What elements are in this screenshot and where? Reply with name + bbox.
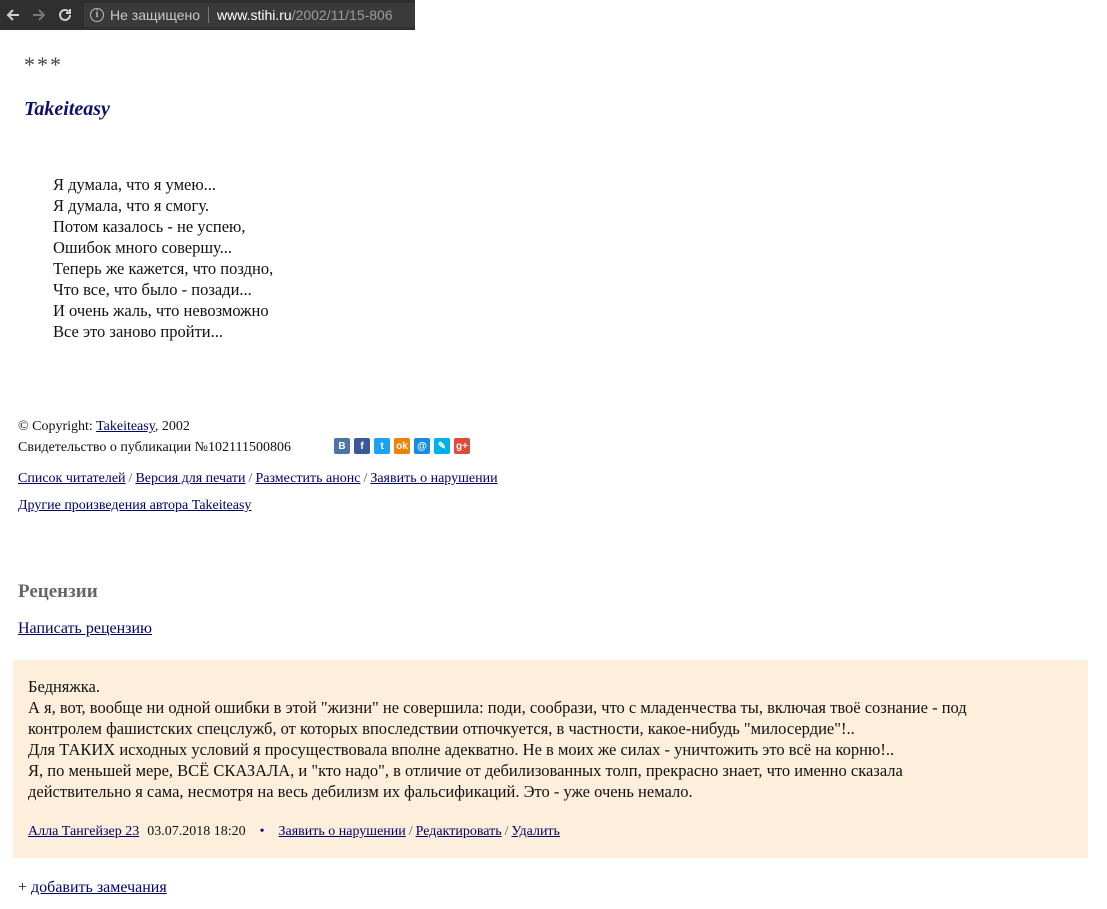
review-line: контролем фашистских спецслужб, от котор… bbox=[28, 719, 855, 738]
copyright-block: © Copyright: Takeiteasy, 2002 Свидетельс… bbox=[18, 416, 291, 458]
poem-line: Что все, что было - позади... bbox=[53, 280, 252, 299]
livejournal-share-icon[interactable]: ✎ bbox=[434, 438, 450, 454]
twitter-share-icon[interactable]: t bbox=[374, 438, 390, 454]
poem-line: Ошибок много совершу... bbox=[53, 238, 233, 257]
review-date: 03.07.2018 18:20 bbox=[147, 824, 246, 839]
add-remarks-row: + добавить замечания bbox=[18, 879, 167, 897]
browser-toolbar: i Не защищено www.stihi.ru/2002/11/15-80… bbox=[0, 0, 415, 30]
link-separator: / bbox=[248, 471, 253, 486]
link-separator: / bbox=[363, 471, 368, 486]
report-violation-link[interactable]: Заявить о нарушении bbox=[370, 471, 497, 486]
print-version-link[interactable]: Версия для печати bbox=[135, 471, 245, 486]
forward-button[interactable] bbox=[26, 0, 52, 30]
review-edit-link[interactable]: Редактировать bbox=[416, 824, 502, 839]
info-icon[interactable]: i bbox=[90, 8, 104, 22]
review-report-link[interactable]: Заявить о нарушении bbox=[279, 824, 406, 839]
poem-line: И очень жаль, что невозможно bbox=[53, 301, 269, 320]
review-line: Бедняжка. bbox=[28, 677, 101, 696]
other-works-link[interactable]: Другие произведения автора Takeiteasy bbox=[18, 498, 251, 513]
poem-line: Потом казалось - не успею, bbox=[53, 217, 246, 236]
readers-list-link[interactable]: Список читателей bbox=[18, 471, 126, 486]
copyright-author-link[interactable]: Takeiteasy bbox=[96, 419, 155, 434]
copyright-prefix: © Copyright: bbox=[18, 419, 97, 434]
review-line: действительно я сама, несмотря на весь д… bbox=[28, 782, 693, 801]
address-field[interactable]: i Не защищено www.stihi.ru/2002/11/15-80… bbox=[84, 3, 415, 27]
vk-share-icon[interactable]: B bbox=[334, 438, 350, 454]
copyright-line: © Copyright: Takeiteasy, 2002 bbox=[18, 416, 291, 437]
arrow-right-icon bbox=[33, 9, 46, 21]
security-label: Не защищено bbox=[110, 7, 200, 23]
url-domain: www.stihi.ru bbox=[217, 7, 292, 23]
odnoklassniki-share-icon[interactable]: ok bbox=[394, 438, 410, 454]
poem-stars-title: *** bbox=[24, 52, 63, 77]
url-divider bbox=[208, 7, 209, 23]
poem-line: Все это заново пройти... bbox=[53, 322, 223, 341]
reload-icon bbox=[59, 8, 71, 21]
link-separator: / bbox=[408, 824, 413, 839]
link-separator: / bbox=[504, 824, 509, 839]
review-text: Бедняжка. А я, вот, вообще ни одной ошиб… bbox=[28, 676, 1073, 802]
review-card: Бедняжка. А я, вот, вообще ни одной ошиб… bbox=[13, 660, 1088, 858]
facebook-share-icon[interactable]: f bbox=[354, 438, 370, 454]
review-author-link[interactable]: Алла Тангейзер 23 bbox=[28, 824, 139, 839]
review-line: Я, по меньшей мере, ВСЁ СКАЗАЛА, и "кто … bbox=[28, 761, 903, 780]
poem-author: Takeiteasy bbox=[24, 98, 110, 120]
url-path: /2002/11/15-806 bbox=[291, 7, 393, 23]
back-button[interactable] bbox=[0, 0, 26, 30]
place-announce-link[interactable]: Разместить анонс bbox=[255, 471, 360, 486]
review-delete-link[interactable]: Удалить bbox=[512, 824, 560, 839]
poem-line: Теперь же кажется, что поздно, bbox=[53, 259, 274, 278]
share-buttons: B f t ok @ ✎ g+ bbox=[334, 438, 470, 454]
add-remarks-prefix: + bbox=[18, 879, 32, 896]
bullet-separator: • bbox=[259, 824, 265, 839]
other-works-row: Другие произведения автора Takeiteasy bbox=[18, 498, 251, 514]
work-links: Список читателей / Версия для печати / Разме… bbox=[18, 471, 498, 487]
poem-text: Я думала, что я умею... Я думала, что я … bbox=[53, 174, 273, 342]
write-review-link[interactable]: Написать рецензию bbox=[18, 620, 152, 637]
arrow-left-icon bbox=[6, 9, 19, 21]
copyright-year: , 2002 bbox=[154, 419, 190, 434]
review-meta: Алла Тангейзер 23 03.07.2018 18:20 • Заявит… bbox=[28, 824, 560, 840]
review-line: Для ТАКИХ исходных условий я просущество… bbox=[28, 740, 895, 759]
write-review-row: Написать рецензию bbox=[18, 620, 152, 638]
link-separator: / bbox=[128, 471, 133, 486]
mailru-share-icon[interactable]: @ bbox=[414, 438, 430, 454]
poem-line: Я думала, что я смогу. bbox=[53, 196, 210, 215]
review-line: А я, вот, вообще ни одной ошибки в этой … bbox=[28, 698, 967, 717]
poem-line: Я думала, что я умею... bbox=[53, 175, 217, 194]
googleplus-share-icon[interactable]: g+ bbox=[454, 438, 470, 454]
reviews-heading: Рецензии bbox=[18, 581, 98, 602]
add-remarks-link[interactable]: добавить замечания bbox=[31, 879, 167, 896]
publication-certificate: Свидетельство о публикации №102111500806 bbox=[18, 440, 291, 455]
reload-button[interactable] bbox=[52, 0, 78, 30]
